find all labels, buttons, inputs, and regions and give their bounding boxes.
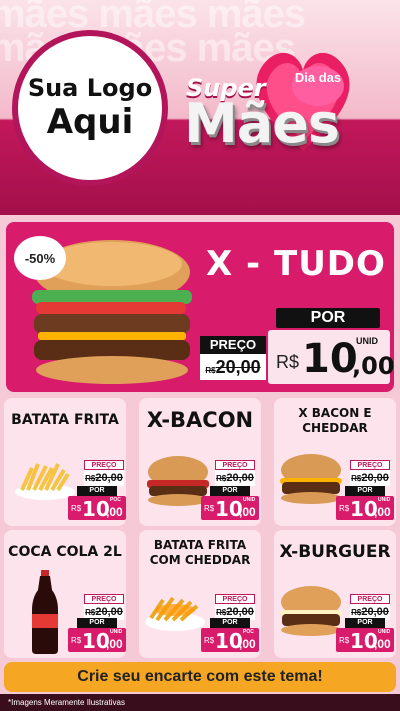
featured-product[interactable]: -50% X - TUDO PREÇO R$20,00 POR R$ 10 UN… bbox=[6, 222, 394, 392]
new-price: R$ 10 UNID ,00 bbox=[268, 330, 394, 384]
disclaimer-text: *Imagens Meramente Ilustrativas bbox=[0, 694, 400, 711]
new-price: POR R$ 10 POC ,00 bbox=[201, 618, 259, 653]
new-price: POR R$ 10 UNID ,00 bbox=[336, 618, 394, 653]
logo-line2: Aqui bbox=[46, 102, 134, 142]
product-card[interactable]: BATATA FRITA PREÇO R$20,00 POR R$ 10 POC ,0… bbox=[4, 398, 126, 526]
header-banner: mães mães mães mãesmães mães Sua Logo Aq… bbox=[0, 0, 400, 215]
preco-label: PREÇO bbox=[200, 336, 266, 354]
product-card[interactable]: X-BACON PREÇO R$20,00 POR R$ 10 UNID ,00 bbox=[139, 398, 261, 526]
cta-button[interactable]: Crie seu encarte com este tema! bbox=[4, 662, 396, 692]
product-card[interactable]: X-BURGUER PREÇO R$20,00 POR R$ 10 UNID ,00 bbox=[274, 530, 396, 658]
product-name: COCA COLA 2L bbox=[8, 544, 122, 560]
product-name: BATATA FRITA bbox=[11, 412, 119, 428]
old-price-tag: PREÇO R$20,00 bbox=[200, 336, 266, 384]
product-card[interactable]: BATATA FRITA COM CHEDDAR PREÇO R$20,00 P… bbox=[139, 530, 261, 658]
brand-maes: Mães bbox=[184, 92, 340, 155]
new-price: POR R$ 10 POC ,00 bbox=[68, 486, 126, 521]
product-card[interactable]: COCA COLA 2L PREÇO R$20,00 POR R$ 10 UNID,… bbox=[4, 530, 126, 658]
unit-label: UNID bbox=[356, 336, 378, 346]
brand-logo: Super Dia das Mães bbox=[180, 66, 395, 206]
cheddar-fries-image bbox=[145, 596, 205, 631]
currency: R$ bbox=[276, 352, 300, 372]
product-name: X-BACON bbox=[146, 408, 254, 432]
product-name: X-BURGUER bbox=[279, 542, 391, 562]
old-price: R$20,00 bbox=[200, 354, 266, 380]
discount-badge: -50% bbox=[14, 236, 66, 280]
soda-bottle-image bbox=[32, 570, 58, 654]
old-price-tag: PREÇO R$20,00 bbox=[84, 460, 124, 486]
price-int: 10 bbox=[302, 336, 358, 382]
product-name: BATATA FRITA COM CHEDDAR bbox=[149, 538, 251, 567]
new-price: POR R$ 10 UNID ,00 bbox=[68, 618, 126, 653]
featured-title: X - TUDO bbox=[206, 244, 386, 284]
new-price: POR R$ 10 UNID ,00 bbox=[201, 486, 259, 521]
new-price: POR R$ 10 UNID ,00 bbox=[336, 486, 394, 521]
por-label: POR bbox=[276, 308, 380, 328]
logo-line1: Sua Logo bbox=[27, 74, 153, 102]
price-cents: ,00 bbox=[352, 352, 394, 380]
product-name: X BACON E CHEDDAR bbox=[298, 406, 372, 435]
logo-placeholder[interactable]: Sua Logo Aqui bbox=[12, 30, 168, 186]
old-price-tag: PREÇO R$20,00 bbox=[350, 460, 390, 486]
old-price-tag: PREÇO R$20,00 bbox=[215, 460, 255, 486]
product-card[interactable]: X BACON E CHEDDAR PREÇO R$20,00 POR R$ 10… bbox=[274, 398, 396, 526]
